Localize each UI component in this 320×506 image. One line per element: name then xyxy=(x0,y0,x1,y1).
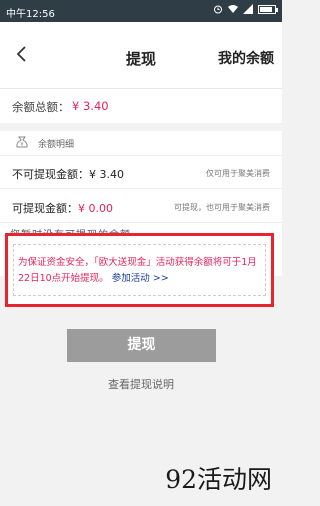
battery-icon xyxy=(258,4,278,14)
non-withdrawable-label: 不可提现金额：¥ 3.40 xyxy=(12,168,124,181)
alarm-icon xyxy=(214,5,222,14)
withdrawable-hint: 可提现，也可用于聚美消费 xyxy=(174,203,270,212)
withdraw-button[interactable]: 提现 xyxy=(67,329,216,362)
withdrawable-amount: ¥ 0.00 xyxy=(78,202,113,215)
balance-total-value: ¥ 3.40 xyxy=(72,99,109,113)
money-bag-icon: ¥ xyxy=(16,136,28,148)
nav-bar: 提现 我的余额 xyxy=(0,22,282,88)
non-withdrawable-amount: ¥ 3.40 xyxy=(89,168,124,181)
withdrawable-row: 可提现金额：¥ 0.00 可提现，也可用于聚美消费 xyxy=(0,189,282,223)
balance-total-row: 余额总额： ¥ 3.40 xyxy=(0,88,282,123)
site-watermark: 92活动网 xyxy=(165,465,272,494)
svg-text:¥: ¥ xyxy=(20,142,23,148)
signal-icon xyxy=(243,4,253,14)
balance-detail-header: ¥ 余额明细 xyxy=(0,131,282,156)
balance-detail-title: 余额明细 xyxy=(38,140,75,150)
notice-box: 为保证资金安全，「欧大送现金」活动获得余额将可于1月22日10点开始提现。 参加… xyxy=(5,233,274,307)
withdrawable-label: 可提现金额：¥ 0.00 xyxy=(12,202,113,215)
balance-total-label: 余额总额： xyxy=(12,100,70,114)
status-bar: 中午12:56 xyxy=(0,0,282,22)
notice-content: 为保证资金安全，「欧大送现金」活动获得余额将可于1月22日10点开始提现。 参加… xyxy=(13,244,266,296)
non-withdrawable-hint: 仅可用于聚美消费 xyxy=(206,169,270,178)
status-icons xyxy=(213,4,278,14)
my-balance-link[interactable]: 我的余额 xyxy=(218,48,274,68)
withdraw-explanation-link[interactable]: 查看提现说明 xyxy=(0,376,282,392)
non-withdrawable-row: 不可提现金额：¥ 3.40 仅可用于聚美消费 xyxy=(0,155,282,189)
status-time: 中午12:56 xyxy=(6,9,55,20)
wifi-icon xyxy=(228,5,238,13)
join-activity-link[interactable]: 参加活动 >> xyxy=(112,273,169,284)
